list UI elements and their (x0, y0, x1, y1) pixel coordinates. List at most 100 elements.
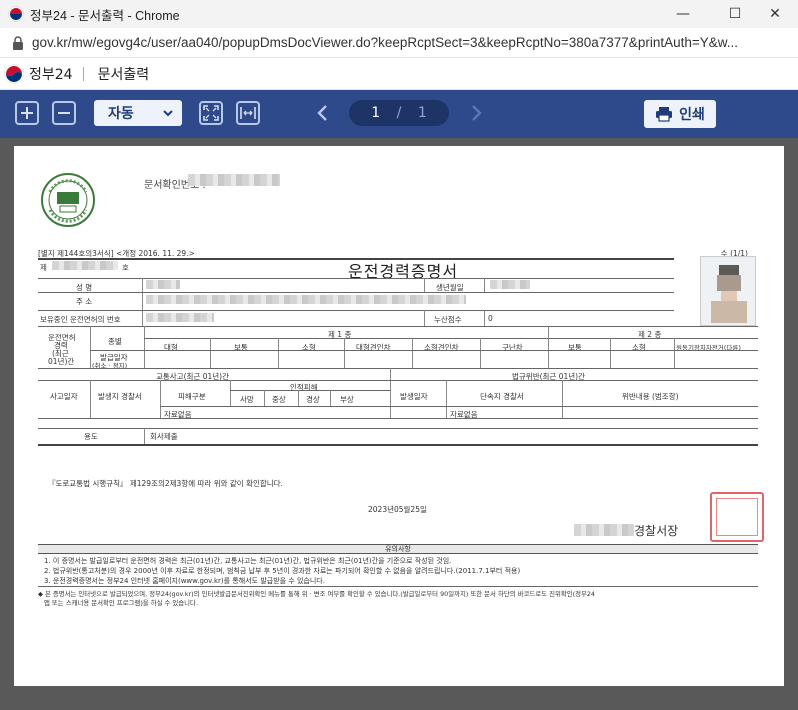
col-line (210, 338, 211, 368)
col-line (484, 278, 485, 292)
redacted-doc-number (188, 174, 280, 186)
header-divider (82, 66, 84, 81)
footnote-1: ◆ 본 증명서는 인터넷으로 발급되었으며, 정부24(gov.kr)의 인터넷… (38, 590, 595, 598)
col-line (424, 278, 425, 292)
redacted-license (146, 313, 214, 322)
damage-label: 피해구분 (178, 392, 206, 401)
total-pages: 1 (417, 105, 427, 121)
col-line (480, 338, 481, 368)
close-button[interactable]: ✕ (752, 0, 798, 28)
col-line (548, 326, 549, 368)
page-title: 문서출력 (97, 66, 150, 83)
injury-label: 인적피해 (290, 383, 318, 392)
minus-icon (58, 112, 70, 114)
col-line (142, 278, 143, 326)
class2-col-0: 보통 (568, 343, 582, 352)
col-line (674, 338, 675, 368)
col-line (484, 310, 485, 326)
zoom-value: 자동 (108, 106, 134, 122)
redacted-address (146, 295, 466, 304)
col-line (562, 380, 563, 418)
class1-col-5: 구난차 (502, 343, 523, 352)
site-brand[interactable]: 정부24 (29, 64, 73, 84)
next-page-icon[interactable] (466, 103, 486, 123)
footnote-2: 앱 또는 스캐너용 문서확인 프로그램)을 하실 수 있습니다. (44, 599, 198, 607)
notes-title: 유의사항 (385, 545, 411, 553)
minimize-icon: — (676, 6, 690, 22)
document-viewer[interactable]: 문서확인번호 : [별지 제144호의3서식] <개정 2016. 11. 29… (0, 138, 798, 710)
current-page[interactable]: 1 (371, 105, 380, 121)
close-icon: ✕ (769, 6, 781, 22)
row-line (90, 350, 758, 351)
row-line (38, 368, 758, 369)
class1-col-0: 대형 (164, 343, 178, 352)
history-label-4: 01년)간 (48, 357, 75, 366)
penalty-value: 0 (488, 314, 493, 323)
issue-date: 2023년05월25일 (368, 505, 427, 514)
zoom-out-button[interactable] (52, 101, 76, 125)
page-indicator: 1 / 1 (349, 100, 449, 126)
class1-col-4: 소형견인차 (424, 343, 459, 352)
row-line (230, 390, 390, 391)
type-label: 종별 (108, 337, 122, 346)
print-label: 인쇄 (679, 107, 705, 123)
row-line (38, 278, 674, 279)
injury-col-2: 경상 (306, 395, 320, 404)
occurrence-date-label: 발생일자 (400, 392, 428, 401)
row-line (38, 292, 674, 293)
minimize-button[interactable]: — (660, 0, 706, 28)
col-line (230, 380, 231, 406)
note-2: 2. 법규위반(통고처분)의 경우 2000년 이후 자료로 한정되며, 범칙금… (44, 567, 521, 575)
table-border-bottom (38, 444, 758, 446)
url-text[interactable]: gov.kr/mw/egovg4c/user/aa040/popupDmsDoc… (32, 35, 798, 50)
col-line (424, 310, 425, 326)
row-line (38, 380, 758, 381)
violation-content-label: 위반내용 (범조항) (622, 392, 679, 401)
row-line (38, 428, 758, 429)
redacted-issuer (574, 524, 634, 536)
injury-col-1: 중상 (272, 395, 286, 404)
class1-col-1: 보통 (234, 343, 248, 352)
official-stamp (710, 492, 764, 542)
license-label: 보유중인 운전면허의 번호 (40, 315, 121, 324)
print-button[interactable]: 인쇄 (644, 100, 716, 128)
occurrence-station-label: 발생지 경찰서 (98, 392, 142, 401)
injury-col-3: 부상 (340, 395, 354, 404)
window-title: 정부24 - 문서출력 - Chrome (30, 8, 180, 23)
row-line (144, 338, 758, 339)
fit-width-button[interactable] (236, 101, 260, 125)
address-label: 주 소 (76, 297, 93, 306)
issuer-name: 경찰서장 (634, 524, 679, 538)
row-je-label: 제 (40, 263, 47, 272)
document-page: 문서확인번호 : [별지 제144호의3서식] <개정 2016. 11. 29… (14, 146, 784, 686)
gov24-logo-icon (4, 63, 24, 84)
prev-page-icon[interactable] (313, 103, 333, 123)
class1-col-2: 소형 (302, 343, 316, 352)
row-line (38, 326, 758, 327)
address-bar[interactable]: gov.kr/mw/egovg4c/user/aa040/popupDmsDoc… (0, 28, 798, 58)
purpose-label: 용도 (84, 432, 98, 441)
col-line (160, 380, 161, 418)
printer-icon (656, 107, 673, 122)
col-line (144, 428, 145, 444)
redacted-name (146, 280, 180, 289)
zoom-in-button[interactable] (15, 101, 39, 125)
viewer-scrollbar[interactable] (786, 138, 798, 710)
gov24-logo-icon (8, 6, 24, 22)
zoom-select[interactable]: 자동 (94, 100, 182, 126)
note-1: 1. 이 증명서는 발급일로부터 운전면허 경력은 최근(01년)간, 교통사고… (44, 557, 452, 565)
class2-col-1: 소형 (632, 343, 646, 352)
penalty-label: 누산점수 (434, 315, 462, 324)
class1-col-3: 대형견인차 (356, 343, 391, 352)
col-line (90, 380, 91, 418)
col-line (390, 368, 391, 418)
fit-page-button[interactable] (199, 101, 223, 125)
col-line (330, 390, 331, 406)
page-separator: / (396, 105, 402, 121)
redacted-serial (52, 261, 118, 270)
col-line (344, 338, 345, 368)
row-line (38, 418, 758, 419)
applicant-photo (700, 256, 756, 326)
lock-icon (12, 35, 23, 50)
purpose-value: 회사제출 (150, 432, 178, 441)
